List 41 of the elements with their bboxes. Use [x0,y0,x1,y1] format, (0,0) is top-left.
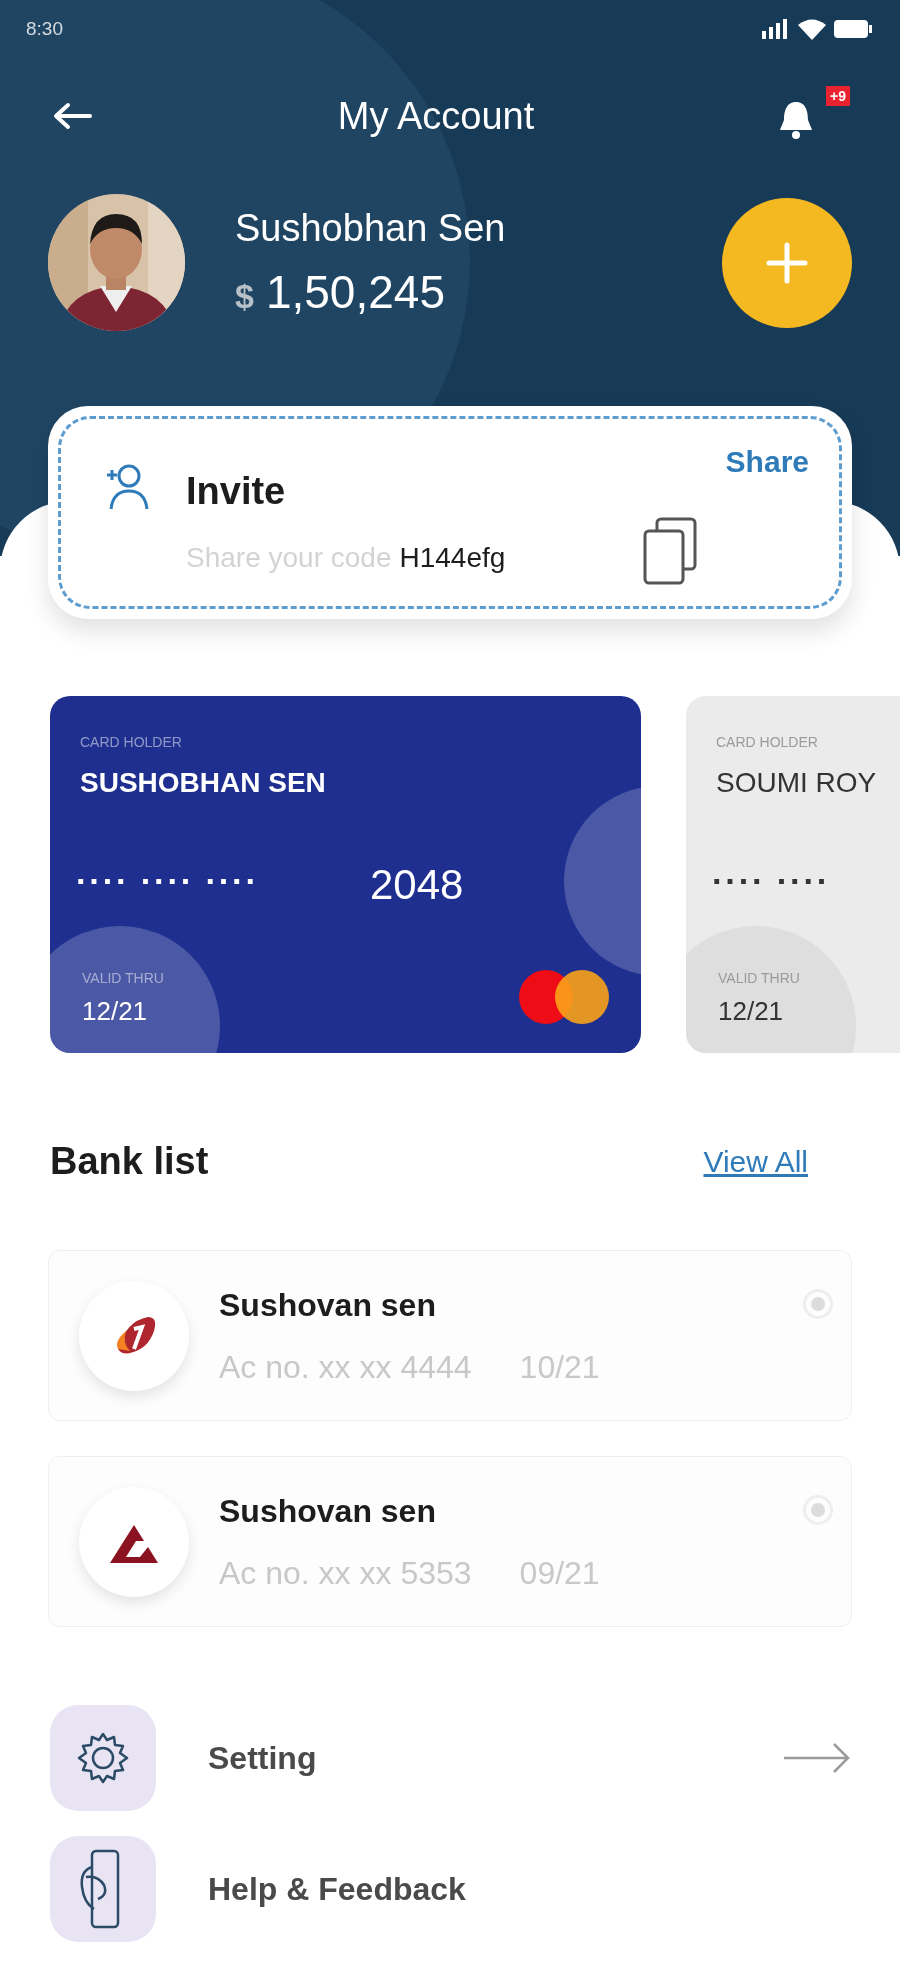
plus-icon [765,240,809,285]
notification-badge: +9 [826,86,850,106]
wifi-icon [798,18,826,40]
card-holder-name: SOUMI ROY [716,766,877,800]
menu-label: Setting [208,1739,317,1778]
share-link[interactable]: Share [725,439,809,484]
status-time: 8:30 [26,16,63,41]
menu-item[interactable]: Help & Feedback [0,1836,900,1942]
currency-symbol: $ [235,275,254,317]
bank-card[interactable]: CARD HOLDER SUSHOBHAN SEN ···· ···· ···· 2048 VALID THRU 12/21 [50,696,641,1053]
invite-code: H144efg [399,541,506,575]
masked-card-number: ···· ···· ···· [76,861,259,902]
card-holder-label: CARD HOLDER [716,733,818,752]
signal-icon [762,19,790,39]
card-holder-label: CARD HOLDER [80,733,182,752]
menu-label: Help & Feedback [208,1870,466,1909]
bank-card[interactable]: CARD HOLDER SOUMI ROY ···· ···· VALID THRU 12/21 [686,696,900,1053]
card-holder-name: SUSHOBHAN SEN [80,766,326,800]
masked-card-number: ···· ···· [712,861,831,902]
view-all-link[interactable]: View All [703,1139,808,1184]
profile-name: Sushobhan Sen [235,205,506,251]
radio-button[interactable] [803,1289,833,1319]
valid-thru-date: 12/21 [718,995,784,1028]
copy-icon [641,517,699,585]
section-title: Bank list [50,1139,209,1184]
valid-thru-label: VALID THRU [82,969,164,988]
battery-icon [834,20,872,38]
radio-button[interactable] [803,1495,833,1525]
valid-thru-date: 12/21 [82,995,148,1028]
invite-title: Invite [186,469,286,514]
account-holder-name: Sushovan sen [219,1285,437,1325]
account-holder-name: Sushovan sen [219,1491,437,1531]
menu-item[interactable]: Setting [0,1705,900,1811]
balance-amount: 1,50,245 [265,265,445,318]
card-last-digits: 2048 [370,860,464,910]
bell-icon [778,100,814,140]
notification-button[interactable]: +9 [778,86,850,146]
valid-thru-label: VALID THRU [718,969,800,988]
back-arrow-icon [52,101,92,131]
screen-title: My Account [337,94,535,137]
settings-icon [75,1730,131,1786]
